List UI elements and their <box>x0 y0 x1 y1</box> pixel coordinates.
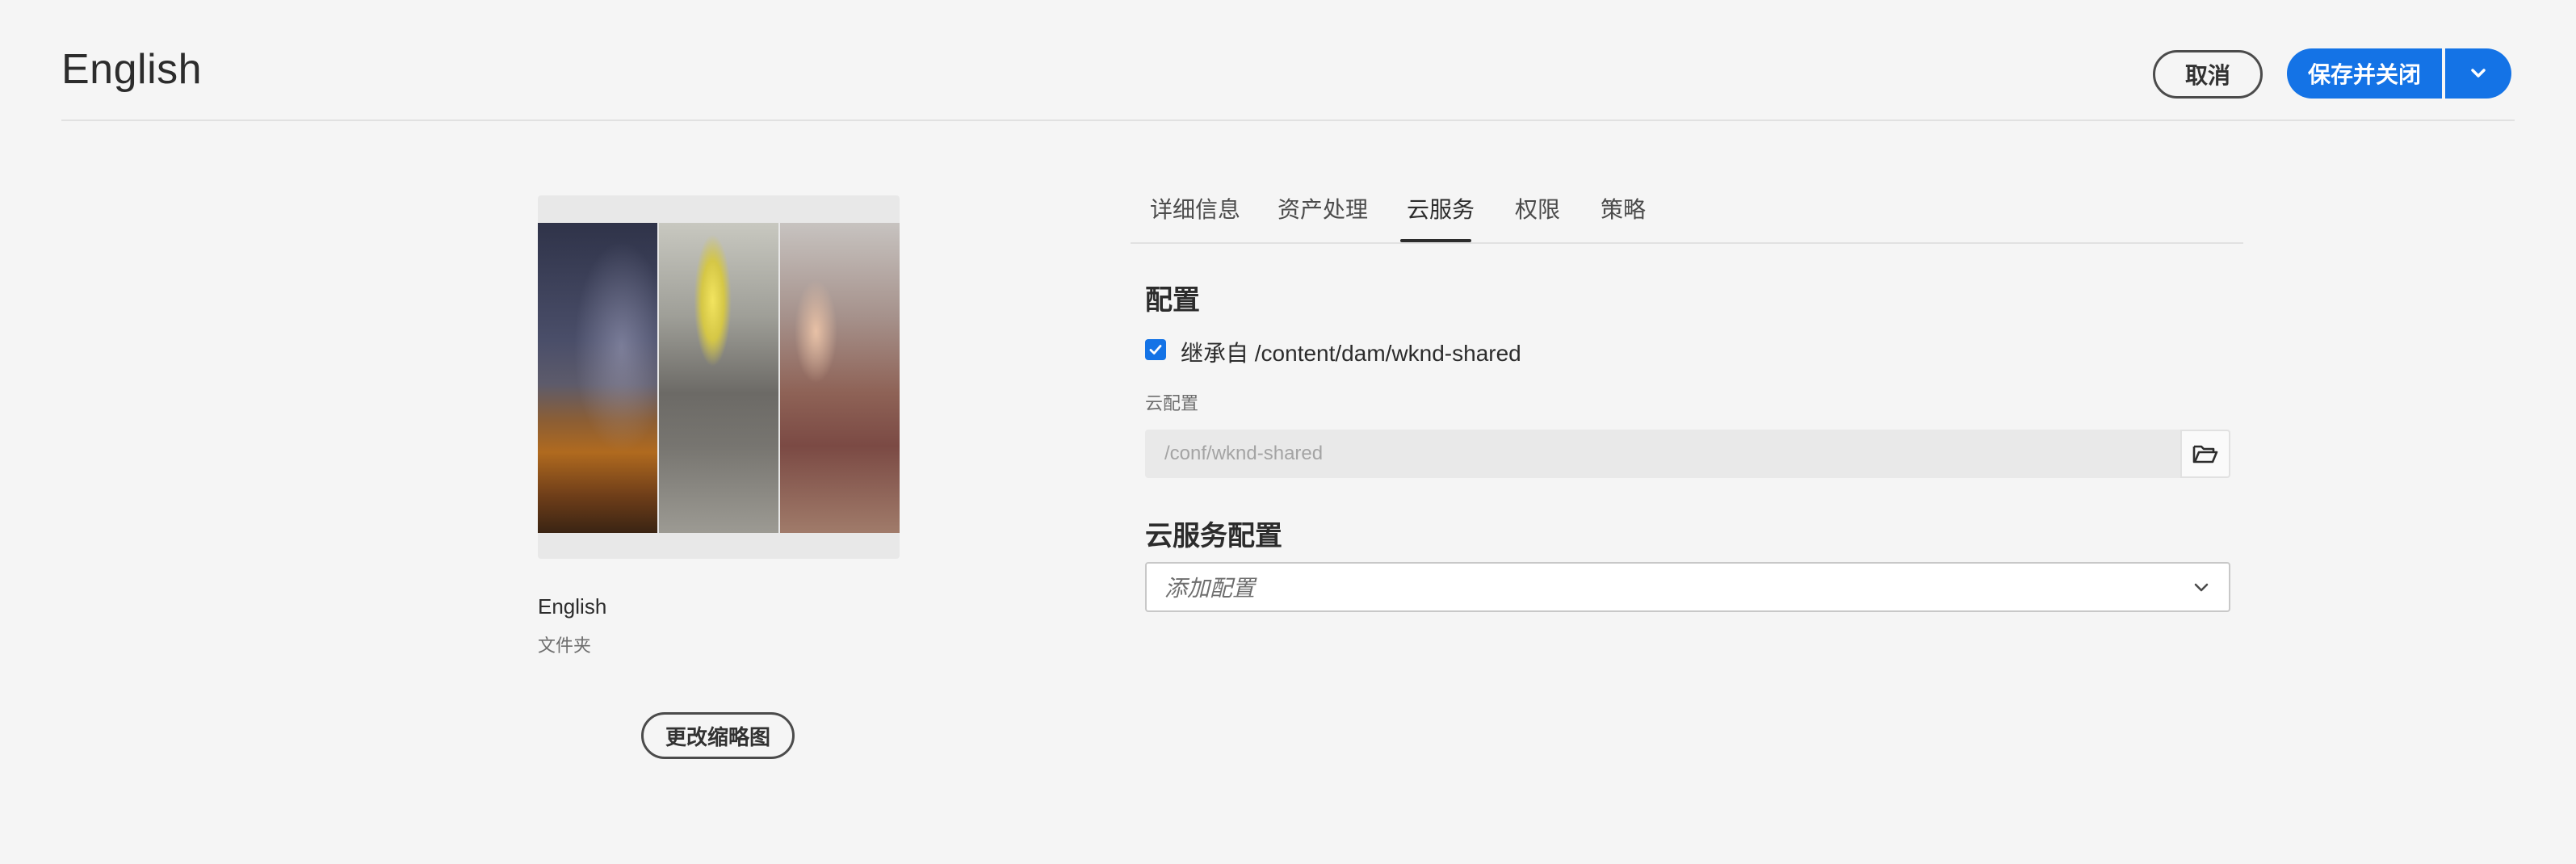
thumbnail-image-climbing-gear <box>659 223 778 533</box>
add-configuration-select[interactable]: 添加配置 <box>1145 562 2230 612</box>
folder-open-icon <box>2192 445 2218 463</box>
configuration-heading: 配置 <box>1145 285 1200 316</box>
save-and-close-button[interactable]: 保存并关闭 <box>2287 48 2442 99</box>
cloud-config-path-field[interactable]: /conf/wknd-shared <box>1145 430 2182 478</box>
tab-permissions[interactable]: 权限 <box>1515 192 1560 224</box>
save-options-button[interactable] <box>2445 48 2511 99</box>
thumbnail-preview <box>538 195 900 559</box>
folder-type: 文件夹 <box>538 635 592 656</box>
add-configuration-placeholder: 添加配置 <box>1164 576 1256 601</box>
cloud-config-path-value: /conf/wknd-shared <box>1164 442 1324 464</box>
chevron-down-icon <box>2471 69 2486 78</box>
change-thumbnail-button[interactable]: 更改缩略图 <box>641 712 795 759</box>
thumbnail-image-night-sky <box>538 223 657 533</box>
cloud-services-config-heading: 云服务配置 <box>1145 521 1282 552</box>
folder-name: English <box>538 594 607 619</box>
browse-config-button[interactable] <box>2180 430 2230 478</box>
selected-tab-indicator <box>1400 239 1471 242</box>
folder-properties-page: English 取消 保存并关闭 English 文件夹 更改缩略图 详细信息 … <box>0 0 2576 864</box>
thumbnail-image-rope <box>780 223 900 533</box>
inherit-checkbox-label: 继承自 /content/dam/wknd-shared <box>1181 341 1521 366</box>
tab-policies[interactable]: 策略 <box>1601 192 1646 224</box>
page-title: English <box>61 46 203 93</box>
cancel-button[interactable]: 取消 <box>2153 50 2263 99</box>
inherit-checkbox[interactable] <box>1145 339 1166 360</box>
chevron-down-icon <box>2194 583 2209 592</box>
tab-cloud-services[interactable]: 云服务 <box>1407 192 1475 224</box>
cloud-config-label: 云配置 <box>1145 393 1199 413</box>
tab-details[interactable]: 详细信息 <box>1150 192 1240 224</box>
checkmark-icon <box>1149 345 1162 354</box>
properties-tabs: 详细信息 资产处理 云服务 权限 策略 <box>1131 179 2243 244</box>
header-divider <box>61 120 2515 121</box>
tab-asset-processing[interactable]: 资产处理 <box>1278 192 1368 224</box>
